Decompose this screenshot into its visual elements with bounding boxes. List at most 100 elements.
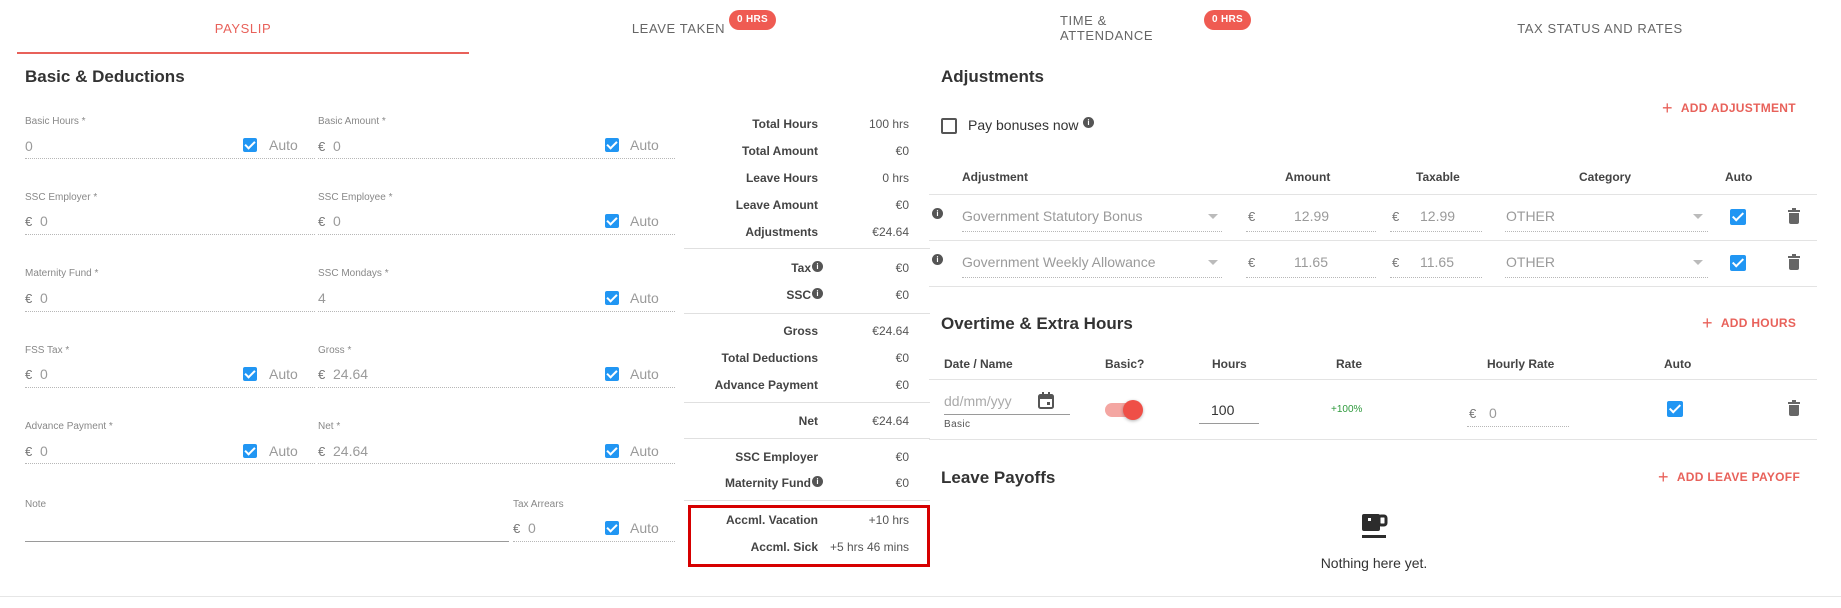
basic-hours-label: Basic Hours * <box>25 116 86 127</box>
basic-amount-input[interactable]: 0 <box>333 138 341 154</box>
net-auto-checkbox[interactable] <box>605 444 619 458</box>
chevron-down-icon <box>1693 260 1703 265</box>
adjustment-auto-checkbox[interactable] <box>1730 209 1746 225</box>
tab-label: TIME & ATTENDANCE <box>1060 13 1154 43</box>
summary-total-deductions-value: €0 <box>895 351 909 365</box>
amount-input[interactable]: 12.99 <box>1294 208 1329 224</box>
taxable-input[interactable]: 11.65 <box>1420 254 1454 270</box>
summary-total-amount-label: Total Amount <box>742 144 818 158</box>
tax-arrears-label: Tax Arrears <box>513 499 564 510</box>
date-underline <box>944 414 1070 415</box>
info-icon[interactable]: i <box>932 254 943 265</box>
ssc-employee-input[interactable]: 0 <box>333 213 341 229</box>
currency-symbol: € <box>25 214 33 229</box>
amount-input[interactable]: 11.65 <box>1294 254 1328 270</box>
overtime-auto-checkbox[interactable] <box>1667 401 1683 417</box>
gross-input[interactable]: 24.64 <box>333 366 368 382</box>
chevron-down-icon <box>1208 214 1218 219</box>
advance-payment-underline <box>25 463 315 464</box>
hourly-rate-underline <box>1467 426 1569 427</box>
summary-accml-sick-label: Accml. Sick <box>750 540 818 554</box>
tab-label: LEAVE TAKEN <box>631 20 726 36</box>
adjustment-select[interactable]: Government Weekly Allowance <box>962 254 1156 270</box>
trash-lid <box>1788 400 1800 404</box>
basic-hours-auto-checkbox[interactable] <box>243 138 257 152</box>
tax-arrears-auto-checkbox[interactable] <box>605 521 619 535</box>
category-select[interactable]: OTHER <box>1506 208 1555 224</box>
hourly-rate-input[interactable]: 0 <box>1489 405 1497 421</box>
basic-amount-auto-checkbox[interactable] <box>605 138 619 152</box>
col-auto: Auto <box>1725 170 1753 184</box>
note-input[interactable] <box>25 520 505 538</box>
currency-symbol: € <box>25 291 33 306</box>
category-select[interactable]: OTHER <box>1506 254 1555 270</box>
ssc-mondays-auto-checkbox[interactable] <box>605 291 619 305</box>
summary-total-hours-value: 100 hrs <box>868 117 909 131</box>
summary-divider <box>684 402 930 403</box>
tab-time-attendance[interactable]: TIME & ATTENDANCE <box>1060 0 1202 56</box>
info-icon[interactable]: i <box>1083 117 1094 128</box>
hours-input[interactable]: 100 <box>1211 402 1234 418</box>
summary-total-amount-value: €0 <box>895 144 909 158</box>
delete-icon[interactable] <box>1788 208 1800 224</box>
tab-tax-status[interactable]: TAX STATUS AND RATES <box>1500 0 1700 56</box>
adjustment-select-underline <box>962 231 1222 232</box>
ssc-employer-input[interactable]: 0 <box>40 213 48 229</box>
basic-hours-input[interactable]: 0 <box>25 138 33 154</box>
add-leave-payoff-button[interactable]: + ADD LEAVE PAYOFF <box>1658 467 1800 488</box>
basic-toggle-knob[interactable] <box>1123 400 1143 420</box>
ssc-employee-auto-checkbox[interactable] <box>605 214 619 228</box>
summary-advance-payment-label: Advance Payment <box>714 378 818 392</box>
summary-tax-value: €0 <box>895 261 909 275</box>
rate-value: +100% <box>1331 404 1363 415</box>
col-hours: Hours <box>1212 357 1247 371</box>
note-underline <box>25 541 509 542</box>
trash-lid <box>1788 208 1800 212</box>
col-hourly-rate: Hourly Rate <box>1487 357 1555 371</box>
summary-ssc-label: SSC i <box>786 288 823 302</box>
tax-arrears-input[interactable]: 0 <box>528 520 536 536</box>
maternity-fund-input[interactable]: 0 <box>40 290 48 306</box>
trash-can <box>1789 259 1799 270</box>
fss-tax-input[interactable]: 0 <box>40 366 48 382</box>
tab-label: PAYSLIP <box>214 20 272 36</box>
table-row-divider <box>929 439 1817 440</box>
col-basic: Basic? <box>1105 357 1145 371</box>
add-adjustment-button[interactable]: + ADD ADJUSTMENT <box>1662 98 1796 119</box>
auto-label: Auto <box>630 290 659 306</box>
section-title-adjustments: Adjustments <box>941 67 1044 86</box>
adjustment-select[interactable]: Government Statutory Bonus <box>962 208 1143 224</box>
basic-hours-underline <box>25 158 315 159</box>
basic-amount-label: Basic Amount * <box>318 116 386 127</box>
taxable-input[interactable]: 12.99 <box>1420 208 1455 224</box>
info-icon[interactable]: i <box>932 208 943 219</box>
section-title-leave-payoffs: Leave Payoffs <box>941 468 1056 487</box>
adjustment-auto-checkbox[interactable] <box>1730 255 1746 271</box>
chevron-down-icon <box>1208 260 1218 265</box>
summary-leave-hours-label: Leave Hours <box>745 171 818 185</box>
leave-taken-badge: 0 HRS <box>729 10 776 30</box>
gross-label: Gross * <box>318 345 352 356</box>
currency-symbol: € <box>1248 209 1256 224</box>
tab-payslip[interactable]: PAYSLIP <box>17 0 469 56</box>
fss-tax-auto-checkbox[interactable] <box>243 367 257 381</box>
page-bottom-divider <box>0 596 1841 597</box>
date-input[interactable]: dd/mm/yyy <box>944 393 1012 409</box>
delete-icon[interactable] <box>1788 254 1800 270</box>
net-input[interactable]: 24.64 <box>333 443 368 459</box>
advance-payment-auto-checkbox[interactable] <box>243 444 257 458</box>
delete-icon[interactable] <box>1788 400 1800 416</box>
gross-auto-checkbox[interactable] <box>605 367 619 381</box>
ssc-mondays-input[interactable]: 4 <box>318 290 326 306</box>
add-hours-button[interactable]: + ADD HOURS <box>1702 313 1796 334</box>
advance-payment-input[interactable]: 0 <box>40 443 48 459</box>
ssc-employer-label: SSC Employer * <box>25 192 98 203</box>
active-tab-indicator <box>17 52 469 54</box>
info-icon[interactable]: i <box>812 261 823 272</box>
auto-label: Auto <box>269 366 298 382</box>
info-icon[interactable]: i <box>812 476 823 487</box>
col-adjustment: Adjustment <box>962 170 1028 184</box>
pay-bonuses-checkbox[interactable] <box>941 118 957 134</box>
info-icon[interactable]: i <box>812 288 823 299</box>
calendar-icon[interactable] <box>1038 392 1054 409</box>
